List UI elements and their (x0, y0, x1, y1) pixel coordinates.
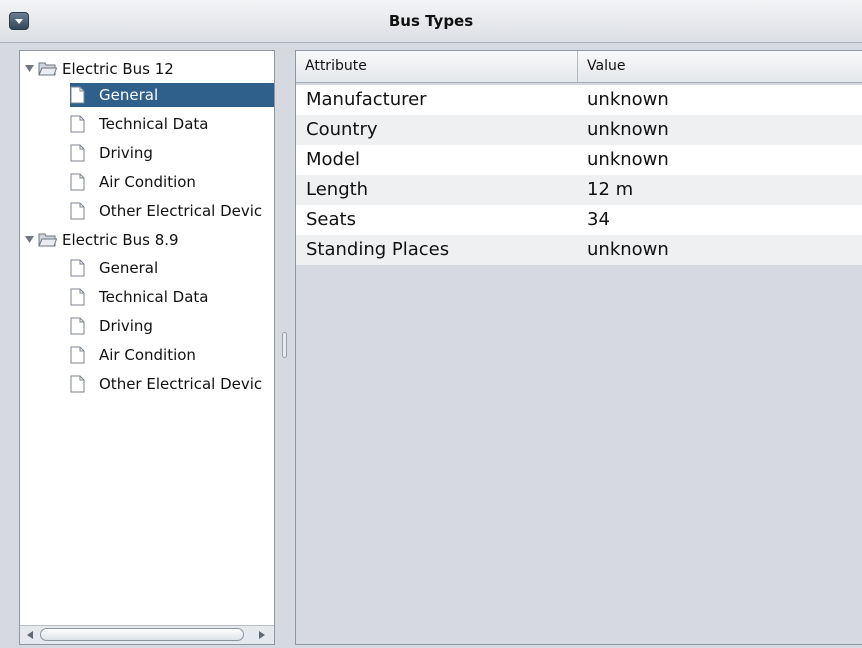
scroll-left-button[interactable] (22, 626, 38, 644)
table-row[interactable]: Model unknown (296, 145, 862, 175)
splitter-grip[interactable] (282, 332, 287, 358)
tree-group-label: Electric Bus 12 (62, 60, 174, 78)
tree-item-label: Air Condition (99, 346, 196, 364)
cell-attribute: Model (306, 149, 361, 170)
table-row[interactable]: Standing Places unknown (296, 235, 862, 265)
tree-item-label: Driving (99, 144, 153, 162)
tree-item-other-electrical-devices[interactable]: Other Electrical Devic (70, 199, 274, 223)
document-icon (70, 115, 85, 133)
tree-group-label: Electric Bus 8.9 (62, 231, 179, 249)
document-icon (70, 144, 85, 162)
cell-attribute: Length (306, 179, 369, 200)
tree-item-label: Technical Data (99, 288, 209, 306)
horizontal-scrollbar[interactable] (20, 625, 274, 644)
tree-item-air-condition[interactable]: Air Condition (70, 343, 274, 367)
tree-item-technical-data[interactable]: Technical Data (70, 112, 274, 136)
tree-item-general[interactable]: General (70, 83, 274, 107)
bus-type-tree[interactable]: Electric Bus 12 General Technical Data D… (19, 50, 275, 645)
cell-value: unknown (587, 239, 669, 260)
tree-item-label: General (99, 259, 159, 277)
table-row[interactable]: Length 12 m (296, 175, 862, 205)
tree-group-electric-bus-8-9[interactable]: Electric Bus 8.9 (20, 228, 274, 252)
document-icon (70, 202, 85, 220)
tree-item-label: Driving (99, 317, 153, 335)
table-row[interactable]: Seats 34 (296, 205, 862, 235)
folder-open-icon (38, 62, 57, 76)
column-header-attribute[interactable]: Attribute (296, 51, 578, 82)
table-row[interactable]: Manufacturer unknown (296, 85, 862, 115)
cell-attribute: Standing Places (306, 239, 450, 260)
panel-splitter[interactable] (279, 50, 291, 645)
document-icon (70, 86, 85, 104)
tree-item-label: Technical Data (99, 115, 209, 133)
folder-open-icon (38, 233, 57, 247)
tree-item-driving[interactable]: Driving (70, 314, 274, 338)
document-icon (70, 173, 85, 191)
tree-item-label: Air Condition (99, 173, 196, 191)
tree-item-label: Other Electrical Devic (99, 202, 263, 220)
cell-attribute: Country (306, 119, 378, 140)
tree-item-technical-data[interactable]: Technical Data (70, 285, 274, 309)
expand-arrow-icon[interactable] (23, 57, 35, 81)
scroll-right-button[interactable] (254, 626, 270, 644)
attribute-table: Attribute Value Manufacturer unknown Cou… (295, 50, 862, 645)
tree-item-other-electrical-devices[interactable]: Other Electrical Devic (70, 372, 274, 396)
document-icon (70, 375, 85, 393)
cell-attribute: Manufacturer (306, 89, 427, 110)
cell-value: unknown (587, 89, 669, 110)
table-row[interactable]: Country unknown (296, 115, 862, 145)
scroll-thumb[interactable] (40, 628, 244, 641)
cell-value: 34 (587, 209, 610, 230)
tree-item-general[interactable]: General (70, 256, 274, 280)
cell-value: 12 m (587, 179, 634, 200)
window-title: Bus Types (388, 12, 474, 30)
tree-item-air-condition[interactable]: Air Condition (70, 170, 274, 194)
cell-attribute: Seats (306, 209, 356, 230)
cell-value: unknown (587, 119, 669, 140)
title-bar: Bus Types (0, 0, 862, 43)
cell-value: unknown (587, 149, 669, 170)
document-icon (70, 317, 85, 335)
arrow-left-icon (27, 631, 33, 639)
table-header: Attribute Value (296, 51, 862, 83)
arrow-right-icon (259, 631, 265, 639)
tree-group-electric-bus-12[interactable]: Electric Bus 12 (20, 57, 274, 81)
tree-item-driving[interactable]: Driving (70, 141, 274, 165)
column-header-value[interactable]: Value (578, 51, 862, 82)
document-icon (70, 346, 85, 364)
tree-item-label: General (99, 86, 159, 104)
document-icon (70, 259, 85, 277)
tree-item-label: Other Electrical Devic (99, 375, 263, 393)
document-icon (70, 288, 85, 306)
expand-arrow-icon[interactable] (23, 228, 35, 252)
